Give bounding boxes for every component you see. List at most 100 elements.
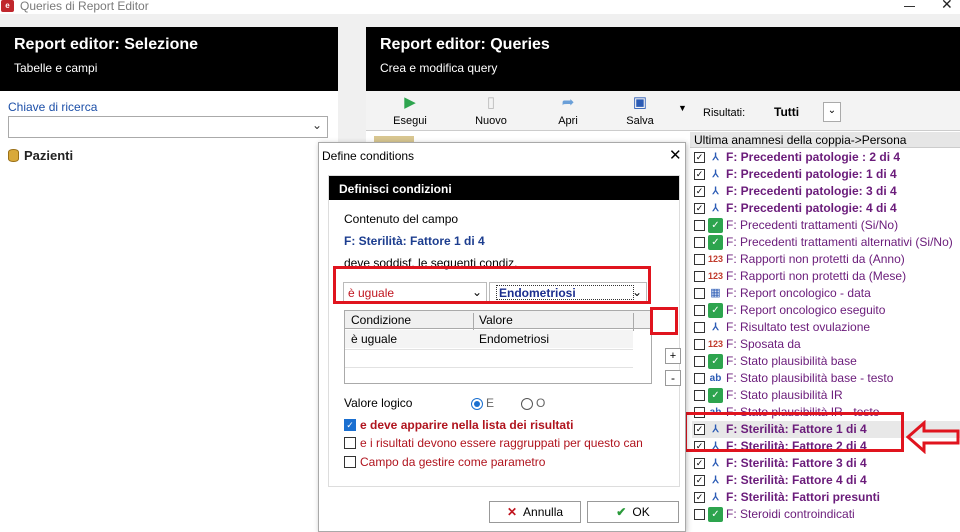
logic-and-radio[interactable]	[471, 398, 483, 410]
tree-node-icon: ⅄	[712, 152, 719, 163]
checkbox-icon[interactable]	[694, 237, 705, 248]
checkbox-icon[interactable]	[344, 456, 356, 468]
checkbox-icon[interactable]	[694, 271, 705, 282]
queries-toolbar: ▶ Esegui ▯ Nuovo ➦ Apri ▣ Salva ▼	[366, 91, 690, 131]
checkbox-checked-icon[interactable]: ✓	[694, 475, 705, 486]
tree-node-icon: ⅄	[712, 322, 719, 333]
logic-or-radio[interactable]	[521, 398, 533, 410]
dialog-title: Define conditions	[322, 149, 415, 163]
run-button[interactable]: ▶ Esegui	[380, 93, 440, 127]
field-list-item[interactable]: ✓ F: Precedenti trattamenti alternativi (…	[692, 234, 960, 251]
field-list-item[interactable]: ✓ F: Precedenti trattamenti (Si/No)	[692, 217, 960, 234]
row-condition: è uguale	[351, 332, 398, 346]
field-label: F: Precedenti trattamenti alternativi (S…	[726, 235, 953, 249]
open-button[interactable]: ➦ Apri	[538, 93, 598, 127]
new-button[interactable]: ▯ Nuovo	[461, 93, 521, 127]
tree-node-icon: ⅄	[712, 475, 719, 486]
field-list-item[interactable]: 123 F: Sposata da	[692, 336, 960, 353]
checkmark-icon: ✓	[708, 388, 723, 403]
new-label: Nuovo	[475, 115, 507, 127]
field-list-item[interactable]: ✓ ⅄ F: Precedenti patologie: 1 di 4	[692, 166, 960, 183]
checkbox-checked-icon[interactable]: ✓	[694, 203, 705, 214]
checkmark-icon: ✓	[708, 235, 723, 250]
field-list-item[interactable]: ab F: Stato plausibilità base - testo	[692, 370, 960, 387]
checkbox-icon[interactable]	[694, 254, 705, 265]
field-list-item[interactable]: ✓ ⅄ F: Precedenti patologie: 3 di 4	[692, 183, 960, 200]
selection-subtitle: Tabelle e campi	[14, 61, 98, 75]
toolbar-more-icon[interactable]: ▼	[678, 103, 687, 113]
queries-header: Report editor: Queries Crea e modifica q…	[366, 27, 960, 91]
search-combobox[interactable]: ⌄	[8, 116, 328, 138]
checkbox-icon[interactable]	[694, 339, 705, 350]
checkbox-checked-icon[interactable]: ✓	[694, 492, 705, 503]
open-label: Apri	[558, 115, 578, 127]
checkbox-icon[interactable]	[694, 373, 705, 384]
selection-header: Report editor: Selezione Tabelle e campi	[0, 27, 338, 91]
checkbox-checked-icon[interactable]: ✓	[694, 169, 705, 180]
checkbox-icon[interactable]	[694, 288, 705, 299]
option-label: Campo da gestire come parametro	[360, 455, 546, 469]
highlight-add-button	[650, 307, 678, 335]
checkbox-checked-icon[interactable]: ✓	[694, 458, 705, 469]
checkbox-icon[interactable]	[694, 305, 705, 316]
save-button[interactable]: ▣ Salva	[610, 93, 670, 127]
checkmark-icon: ✓	[708, 303, 723, 318]
field-list-item[interactable]: 123 F: Rapporti non protetti da (Mese)	[692, 268, 960, 285]
minimize-icon[interactable]	[904, 6, 915, 7]
field-label: F: Precedenti patologie : 2 di 4	[726, 150, 901, 164]
checkbox-icon[interactable]	[344, 437, 356, 449]
column-divider	[473, 313, 474, 331]
field-list-item[interactable]: ✓ ⅄ F: Precedenti patologie : 2 di 4	[692, 149, 960, 166]
checkbox-icon[interactable]	[694, 509, 705, 520]
results-label: Risultati:	[703, 107, 746, 119]
checkbox-icon[interactable]	[694, 390, 705, 401]
field-label: F: Precedenti patologie: 3 di 4	[726, 184, 897, 198]
close-icon[interactable]: ✕	[941, 0, 953, 13]
search-label: Chiave di ricerca	[8, 100, 98, 114]
chevron-down-icon[interactable]: ⌄	[312, 118, 322, 132]
field-list-item[interactable]: ⅄ F: Risultato test ovulazione	[692, 319, 960, 336]
highlight-condition-inputs	[333, 266, 651, 304]
tree-node-icon: ⅄	[712, 169, 719, 180]
table-row[interactable]: è uguale Endometriosi	[345, 330, 633, 348]
tree-item-pazienti[interactable]: Pazienti	[8, 148, 73, 163]
field-list-item[interactable]: ✓ F: Stato plausibilità IR	[692, 387, 960, 404]
field-list-item[interactable]: ✓ F: Steroidi controindicati	[692, 506, 960, 523]
chevron-down-icon[interactable]: ⌄	[823, 102, 841, 122]
field-list-item[interactable]: ✓ F: Report oncologico eseguito	[692, 302, 960, 319]
arrow-left-icon	[906, 420, 960, 454]
checkbox-icon[interactable]	[694, 220, 705, 231]
field-list-item[interactable]: ✓ ⅄ F: Sterilità: Fattore 4 di 4	[692, 472, 960, 489]
checkbox-icon[interactable]	[694, 356, 705, 367]
field-label: F: Precedenti trattamenti (Si/No)	[726, 218, 899, 232]
save-label: Salva	[626, 115, 654, 127]
field-list-item[interactable]: ✓ ⅄ F: Precedenti patologie: 4 di 4	[692, 200, 960, 217]
field-list-item[interactable]: ✓ F: Stato plausibilità base	[692, 353, 960, 370]
field-label: F: Rapporti non protetti da (Mese)	[726, 269, 907, 283]
add-condition-button[interactable]: +	[665, 348, 681, 364]
open-folder-icon: ➦	[561, 94, 575, 111]
conditions-table: Condizione Valore è uguale Endometriosi	[344, 310, 652, 384]
checkbox-checked-icon[interactable]: ✓	[694, 186, 705, 197]
queries-title: Report editor: Queries	[380, 36, 550, 53]
window-titlebar: e Queries di Report Editor ✕	[0, 0, 960, 14]
field-label: F: Report oncologico eseguito	[726, 303, 886, 317]
checkbox-checked-icon[interactable]: ✓	[344, 419, 356, 431]
ok-button[interactable]: ✔ OK	[587, 501, 679, 523]
field-list-item[interactable]: ✓ ⅄ F: Sterilità: Fattori presunti	[692, 489, 960, 506]
field-list-item[interactable]: ▦ F: Report oncologico - data	[692, 285, 960, 302]
ok-check-icon: ✔	[616, 505, 627, 519]
checkmark-icon: ✓	[708, 354, 723, 369]
remove-condition-button[interactable]: -	[665, 370, 681, 386]
close-icon[interactable]: ✕	[669, 146, 682, 164]
new-document-icon: ▯	[486, 94, 496, 111]
numeric-icon: 123	[708, 271, 724, 281]
checkbox-icon[interactable]	[694, 322, 705, 333]
field-label: F: Stato plausibilità IR	[726, 388, 843, 402]
database-icon	[8, 149, 19, 162]
checkbox-checked-icon[interactable]: ✓	[694, 152, 705, 163]
field-label: F: Stato plausibilità base	[726, 354, 857, 368]
field-list-item[interactable]: ✓ ⅄ F: Sterilità: Fattore 3 di 4	[692, 455, 960, 472]
field-list-item[interactable]: 123 F: Rapporti non protetti da (Anno)	[692, 251, 960, 268]
cancel-button[interactable]: ✕ Annulla	[489, 501, 581, 523]
